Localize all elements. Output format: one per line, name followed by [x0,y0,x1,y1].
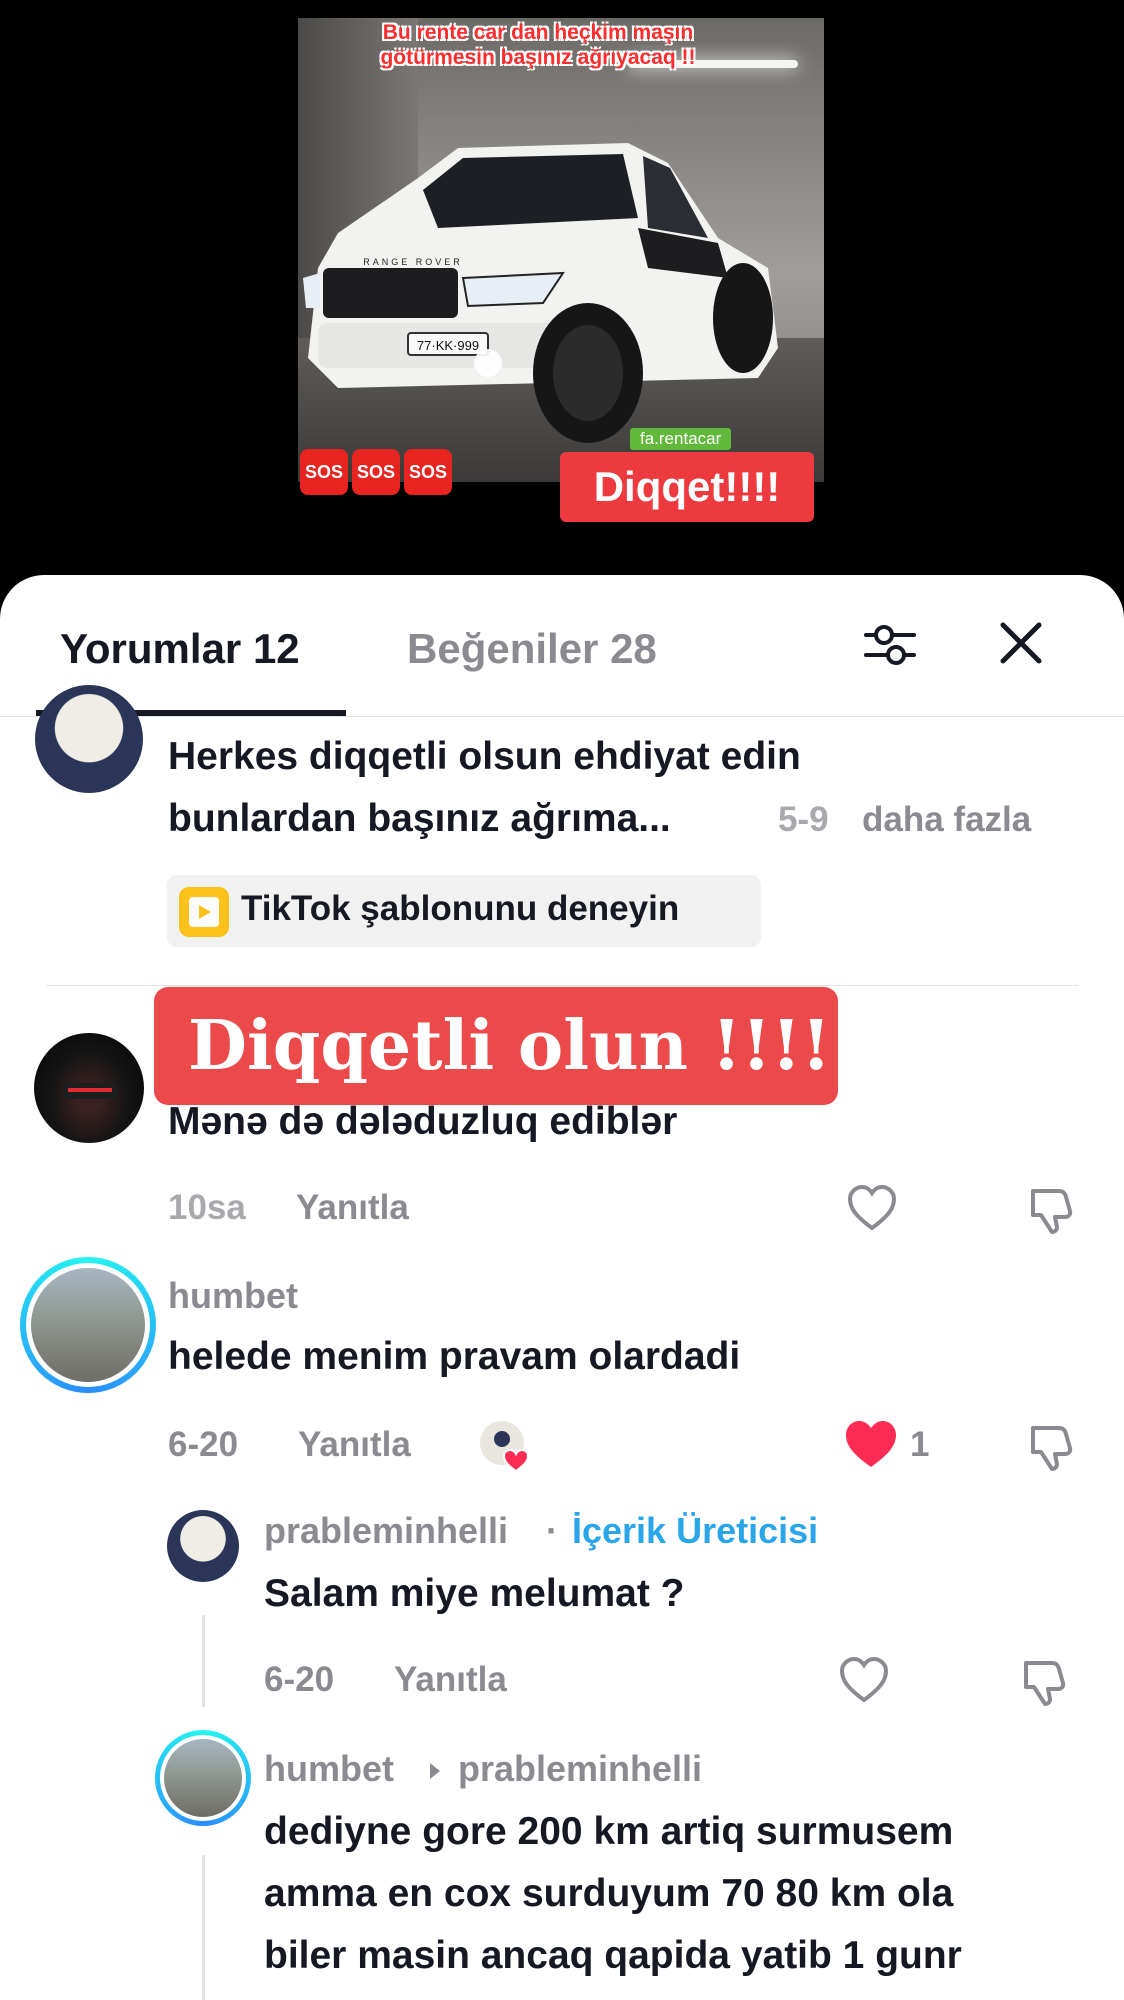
reply-text: dediyne gore 200 km artiq surmusem [264,1810,954,1853]
video-caption: Bu rente car dan heçkim maşın götürmesin… [380,21,696,69]
reply-text: biler masin ancaq qapida yatib 1 gunr [264,1934,962,1977]
comment-time: 6-20 [168,1425,239,1464]
sos-icon: SOS [404,449,452,495]
comment-username[interactable]: humbet [168,1275,298,1317]
avatar-ring-inner [26,1263,150,1387]
sos-icon: SOS [352,449,400,495]
video-watermark: fa.rentacar [630,428,732,450]
reply-text: amma en cox surduyum 70 80 km ola [264,1872,954,1915]
comment-avatar[interactable] [34,1033,144,1143]
comment-text: Herkes diqqetli olsun ehdiyat edin [168,735,801,778]
video-player[interactable]: 77·KK·999 RANGE ROVER Bu rente car dan h… [0,0,1124,575]
reply-arrow-icon [430,1763,440,1779]
comment-avatar[interactable] [35,685,143,793]
sos-icon: SOS [300,449,348,495]
comment-time: 5-9 [778,800,829,839]
reply-avatar[interactable] [155,1730,251,1826]
reply-username[interactable]: prableminhelli [264,1510,508,1552]
thread-line [202,1615,205,1707]
read-more-link[interactable]: daha fazla [862,800,1031,840]
thumbs-down-icon[interactable] [1018,1655,1070,1707]
car-plate: 77·KK·999 [417,338,479,353]
template-chip[interactable]: TikTok şablonunu deneyin [167,875,761,947]
reply-time: 6-20 [264,1660,335,1699]
comment-text: helede menim pravam olardadi [168,1335,741,1378]
avatar-image [164,1739,242,1817]
comment-text: bunlardan başınız ağrıma... [168,797,671,840]
reply-avatar[interactable] [167,1510,239,1582]
heart-outline-icon[interactable] [846,1183,898,1235]
sos-emoji-row: SOS SOS SOS [300,449,452,495]
heart-outline-icon[interactable] [838,1655,890,1707]
template-icon [179,887,229,937]
template-label: TikTok şablonunu deneyin [241,889,680,928]
reply-target-username[interactable]: prableminhelli [458,1748,702,1790]
overlay-banner: Diqqetli olun !!!! [154,987,838,1105]
thumbs-down-icon[interactable] [1025,1183,1077,1235]
filter-sliders-icon[interactable] [862,617,918,673]
reply-button[interactable]: Yanıtla [394,1660,507,1700]
thumbs-down-icon[interactable] [1025,1420,1077,1472]
tab-likes[interactable]: Beğeniler 28 [407,625,657,673]
sheet-tabs: Yorumlar 12 Beğeniler 28 [0,575,1124,717]
avatar-image [31,1268,145,1382]
thread-line [202,1855,205,2000]
creator-liked-icon [480,1421,530,1473]
close-icon[interactable] [995,617,1047,669]
tab-comments[interactable]: Yorumlar 12 [60,625,300,673]
video-frame[interactable]: 77·KK·999 RANGE ROVER Bu rente car dan h… [298,18,824,482]
car-image: 77·KK·999 RANGE ROVER [303,143,778,443]
avatar-ring-inner [160,1735,246,1821]
video-alert-badge: Diqqet!!!! [560,452,814,522]
car-badge: RANGE ROVER [363,257,463,267]
comments-sheet: Yorumlar 12 Beğeniler 28 Herkes diqqetli… [0,575,1124,2000]
reply-button[interactable]: Yanıtla [296,1188,409,1228]
heart-filled-icon[interactable] [842,1417,900,1473]
comment-avatar[interactable] [20,1257,156,1393]
like-count: 1 [910,1425,930,1464]
separator-dot: · [546,1510,558,1551]
comment-time: 10sa [168,1188,246,1227]
comment-text: Mənə də dələduzluq ediblər [168,1100,678,1143]
reply-username[interactable]: humbet [264,1748,394,1790]
divider [46,985,1078,986]
reply-button[interactable]: Yanıtla [298,1425,411,1465]
creator-badge: İçerik Üreticisi [572,1510,819,1551]
reply-text: Salam miye melumat ? [264,1572,685,1615]
